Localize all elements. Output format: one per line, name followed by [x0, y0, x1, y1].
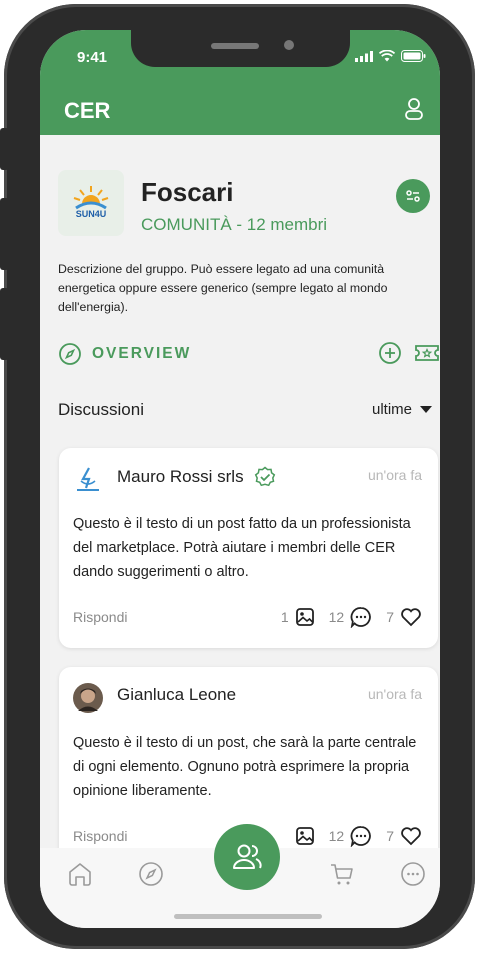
- sliders-icon: [406, 190, 420, 202]
- more-icon: [401, 862, 425, 886]
- post-stats: 12 7: [275, 825, 422, 847]
- ticket-icon[interactable]: [414, 341, 440, 365]
- heart-icon: [401, 827, 421, 846]
- overview-link[interactable]: OVERVIEW: [58, 342, 191, 366]
- nav-explore[interactable]: [137, 860, 165, 888]
- images-count[interactable]: 1: [281, 607, 315, 627]
- image-icon: [295, 827, 314, 845]
- author-name: Gianluca Leone: [117, 685, 237, 704]
- add-icon[interactable]: [378, 341, 402, 365]
- verified-icon: [254, 466, 275, 487]
- reply-button[interactable]: Rispondi: [73, 828, 127, 844]
- user-icon[interactable]: [404, 97, 424, 126]
- likes-count[interactable]: 7: [386, 607, 422, 627]
- author-name: Mauro Rossi srls: [117, 467, 244, 486]
- reply-button[interactable]: Rispondi: [73, 609, 127, 625]
- sort-dropdown[interactable]: ultime: [372, 401, 432, 418]
- likes-count[interactable]: 7: [386, 826, 422, 846]
- author-avatar: [73, 464, 103, 494]
- heart-icon: [401, 608, 421, 627]
- post-stats: 1 12 7: [267, 606, 422, 628]
- post-body: Questo è il testo di un post fatto da un…: [73, 516, 411, 580]
- sort-label: ultime: [371, 401, 412, 418]
- comments-count[interactable]: 12: [329, 606, 373, 628]
- group-description: Descrizione del gruppo. Può essere legat…: [58, 262, 388, 314]
- community-fab-button[interactable]: [214, 824, 280, 890]
- nav-home[interactable]: [66, 860, 94, 888]
- status-time: 9:41: [77, 49, 108, 66]
- overview-label: OVERVIEW: [92, 345, 192, 362]
- author-avatar: [73, 683, 103, 713]
- group-logo: SUN4U: [58, 170, 124, 236]
- group-content: SUN4U Foscari COMUNITÀ - 12 membri Descr…: [40, 135, 440, 928]
- discussions-title: Discussioni: [58, 400, 144, 419]
- compass-icon: [139, 862, 163, 886]
- images-count[interactable]: [289, 826, 315, 846]
- home-indicator: [174, 914, 322, 919]
- volume-down-button: [0, 288, 9, 360]
- mute-switch: [0, 128, 9, 170]
- post-body: Questo è il testo di un post, che sarà l…: [73, 735, 417, 799]
- compass-icon: [59, 343, 81, 365]
- community-icon: [233, 844, 262, 869]
- comments-count[interactable]: 12: [329, 825, 373, 847]
- app-header: 9:41 CER: [40, 30, 440, 135]
- post-card[interactable]: Mauro Rossi srls un'ora fa Questo è il t…: [59, 448, 438, 648]
- screen: 9:41 CER SUN4U Foscari COMUNITÀ - 12 mem…: [40, 30, 440, 928]
- nav-more[interactable]: [399, 860, 427, 888]
- signal-icon: [355, 50, 373, 62]
- caret-down-icon: [420, 405, 432, 413]
- post-author[interactable]: Gianluca Leone: [117, 685, 236, 705]
- wifi-icon: [379, 50, 395, 62]
- status-icons: [355, 50, 426, 62]
- post-author[interactable]: Mauro Rossi srls: [117, 466, 276, 488]
- group-name: Foscari: [141, 177, 234, 207]
- svg-text:SUN4U: SUN4U: [76, 209, 107, 219]
- nav-cart[interactable]: [328, 860, 356, 888]
- group-settings-button[interactable]: [396, 179, 430, 213]
- volume-up-button: [0, 198, 9, 270]
- battery-icon: [401, 50, 426, 62]
- cart-icon: [331, 864, 353, 885]
- overview-actions: [378, 341, 440, 365]
- group-subtitle: COMUNITÀ - 12 membri: [141, 215, 328, 234]
- comment-icon: [350, 607, 372, 628]
- post-time: un'ora fa: [367, 686, 422, 702]
- post-time: un'ora fa: [367, 467, 422, 483]
- image-icon: [295, 608, 314, 626]
- home-icon: [69, 863, 91, 886]
- notch: [131, 30, 350, 67]
- app-title: CER: [64, 98, 111, 123]
- comment-icon: [350, 826, 372, 847]
